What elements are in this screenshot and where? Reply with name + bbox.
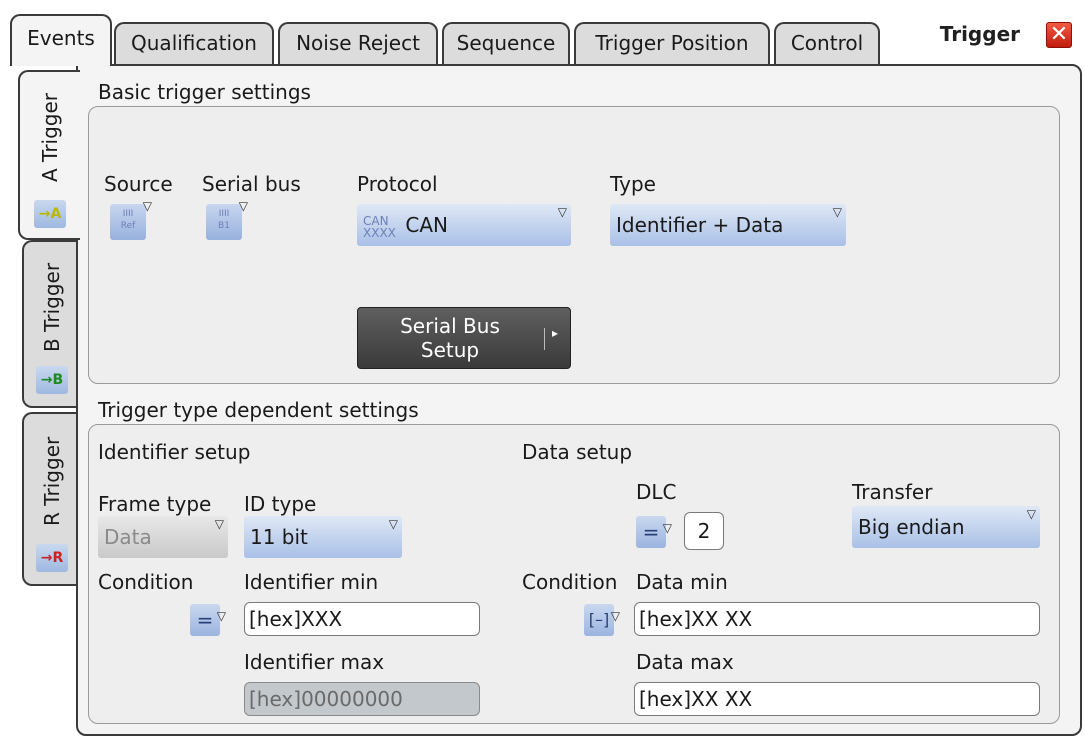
identifier-min-input[interactable]: [hex]XXX xyxy=(244,602,480,636)
transfer-dropdown[interactable]: Big endian ▽ xyxy=(852,506,1040,548)
id-type-label: ID type xyxy=(244,492,317,516)
dropdown-arrow-icon: ▽ xyxy=(388,517,398,531)
data-min-label: Data min xyxy=(636,570,728,594)
identifier-setup-heading: Identifier setup xyxy=(98,440,251,464)
identifier-max-input[interactable]: [hex]00000000 xyxy=(244,682,480,716)
dropdown-arrow-icon: ▽ xyxy=(214,517,224,531)
dlc-input[interactable]: 2 xyxy=(684,512,724,550)
data-condition-label: Condition xyxy=(522,570,618,594)
data-setup-heading: Data setup xyxy=(522,440,633,464)
dlc-condition-selector[interactable]: = ▽ xyxy=(636,516,672,548)
identifier-min-label: Identifier min xyxy=(244,570,379,594)
frame-type-value: Data xyxy=(104,525,152,549)
identifier-max-label: Identifier max xyxy=(244,650,385,674)
frame-type-dropdown[interactable]: Data ▽ xyxy=(98,516,228,558)
dlc-label: DLC xyxy=(636,480,677,504)
dropdown-arrow-icon: ▽ xyxy=(610,609,620,623)
id-type-dropdown[interactable]: 11 bit ▽ xyxy=(244,516,402,558)
equals-icon: = xyxy=(196,608,214,632)
dropdown-arrow-icon: ▽ xyxy=(216,609,226,623)
frame-type-label: Frame type xyxy=(98,492,212,516)
data-max-input[interactable]: [hex]XX XX xyxy=(634,682,1040,716)
identifier-condition-label: Condition xyxy=(98,570,194,594)
dropdown-arrow-icon: ▽ xyxy=(662,521,672,535)
data-condition-selector[interactable]: [–] ▽ xyxy=(584,604,620,636)
equals-icon: = xyxy=(642,520,660,544)
id-type-value: 11 bit xyxy=(250,525,308,549)
identifier-condition-selector[interactable]: = ▽ xyxy=(190,604,226,636)
range-icon: [–] xyxy=(588,610,610,629)
data-max-label: Data max xyxy=(636,650,734,674)
transfer-label: Transfer xyxy=(852,480,933,504)
transfer-value: Big endian xyxy=(858,515,965,539)
dropdown-arrow-icon: ▽ xyxy=(1026,507,1036,521)
data-min-input[interactable]: [hex]XX XX xyxy=(634,602,1040,636)
